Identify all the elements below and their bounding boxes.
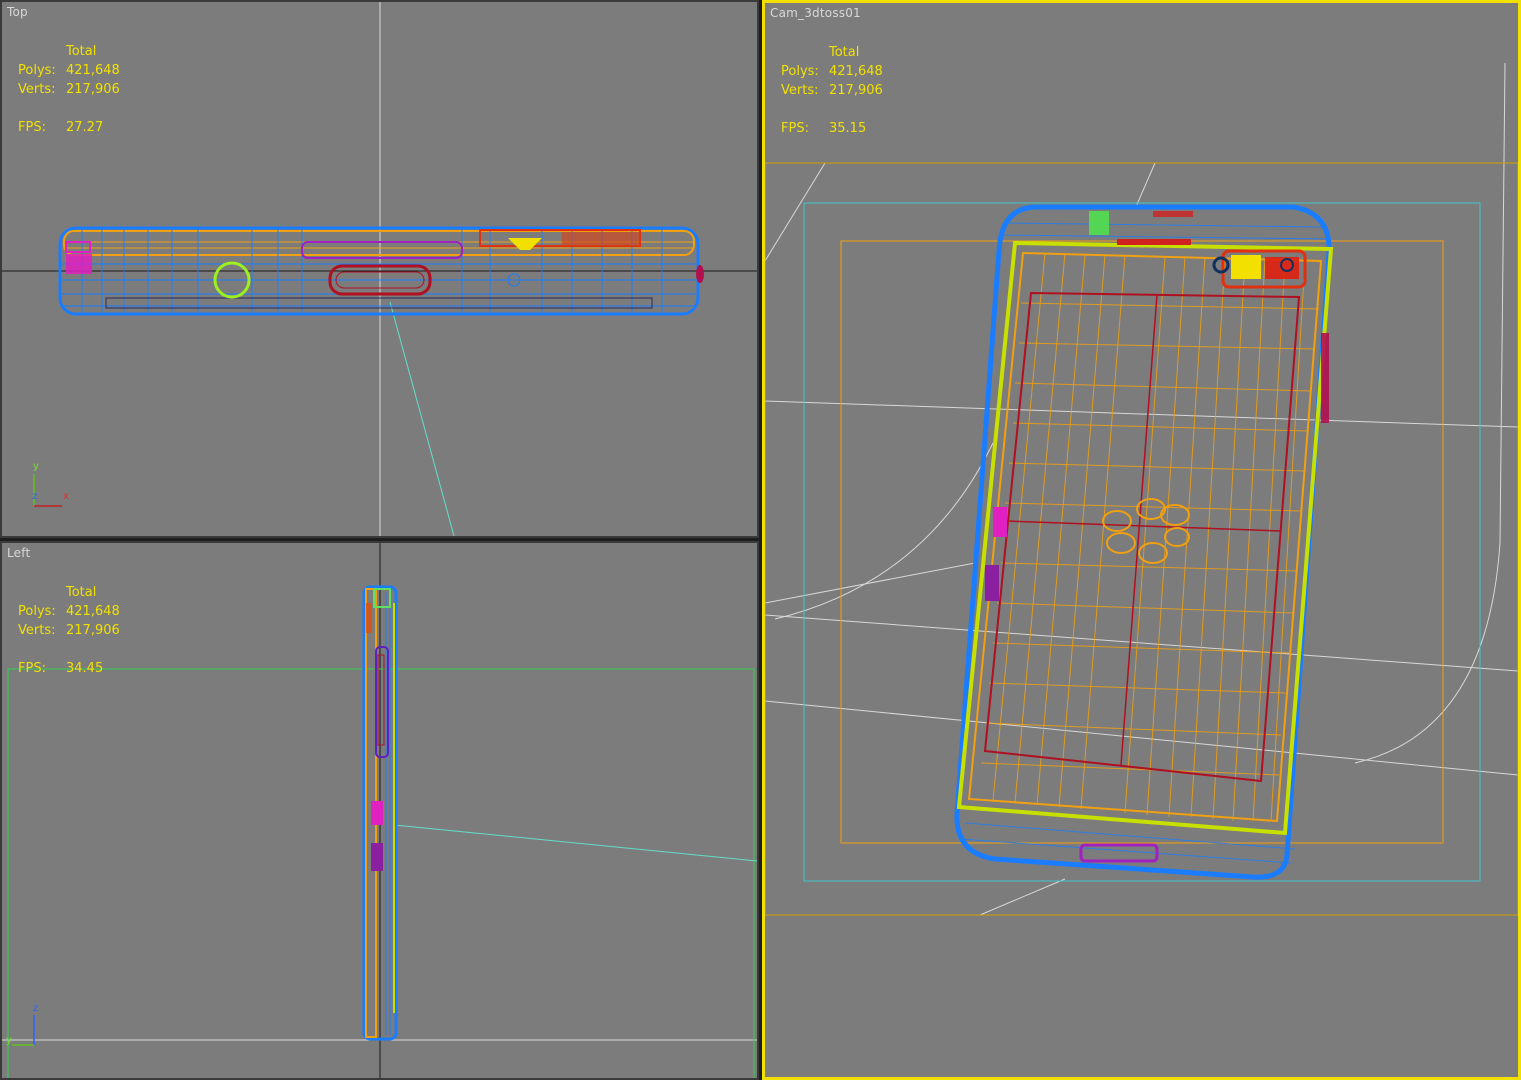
axis-x-label: x [63, 491, 69, 502]
verts-label: Verts: [781, 83, 819, 98]
fps-value: 34.45 [66, 661, 104, 676]
stats-header: Total [66, 44, 97, 59]
viewport-label[interactable]: Top [7, 5, 28, 19]
fps-value: 35.15 [829, 121, 867, 136]
polys-label: Polys: [18, 604, 56, 619]
fps-label: FPS: [18, 120, 46, 135]
left-viewport[interactable]: Left Total Polys: 421,648 Verts: 217,906 F… [0, 541, 759, 1080]
camera-viewport[interactable]: Cam_3dtoss01 Total Polys: 421,648 Verts: 2… [762, 0, 1521, 1080]
polys-value: 421,648 [66, 63, 120, 78]
fps-value: 27.27 [66, 120, 104, 135]
stats-header: Total [829, 45, 860, 60]
viewport-label[interactable]: Cam_3dtoss01 [770, 6, 861, 20]
top-viewport[interactable]: Top Total Polys: 421,648 Verts: 217,906 FP… [0, 0, 759, 538]
axis-tripod-icon: y z x [26, 460, 76, 510]
axis-tripod-icon: z y [6, 1001, 56, 1051]
axis-y-label: y [6, 1035, 12, 1046]
viewport-label[interactable]: Left [7, 546, 30, 560]
polys-value: 421,648 [829, 64, 883, 79]
verts-value: 217,906 [829, 83, 883, 98]
viewport-statistics: Total Polys: 421,648 Verts: 217,906 FPS: 34… [18, 583, 120, 678]
axis-z-label: z [32, 491, 38, 502]
polys-value: 421,648 [66, 604, 120, 619]
verts-value: 217,906 [66, 623, 120, 638]
axis-z-label: z [33, 1003, 39, 1014]
stats-header: Total [66, 585, 97, 600]
fps-label: FPS: [18, 661, 46, 676]
viewport-statistics: Total Polys: 421,648 Verts: 217,906 FPS: 27… [18, 42, 120, 137]
camera-viewport-scene [765, 62, 1518, 916]
verts-label: Verts: [18, 82, 56, 97]
fps-label: FPS: [781, 121, 809, 136]
polys-label: Polys: [18, 63, 56, 78]
verts-value: 217,906 [66, 82, 120, 97]
phone-wireframe-perspective[interactable] [954, 204, 1334, 880]
viewport-statistics: Total Polys: 421,648 Verts: 217,906 FPS: 35… [781, 43, 883, 138]
axis-y-label: y [33, 461, 39, 472]
polys-label: Polys: [781, 64, 819, 79]
verts-label: Verts: [18, 623, 56, 638]
